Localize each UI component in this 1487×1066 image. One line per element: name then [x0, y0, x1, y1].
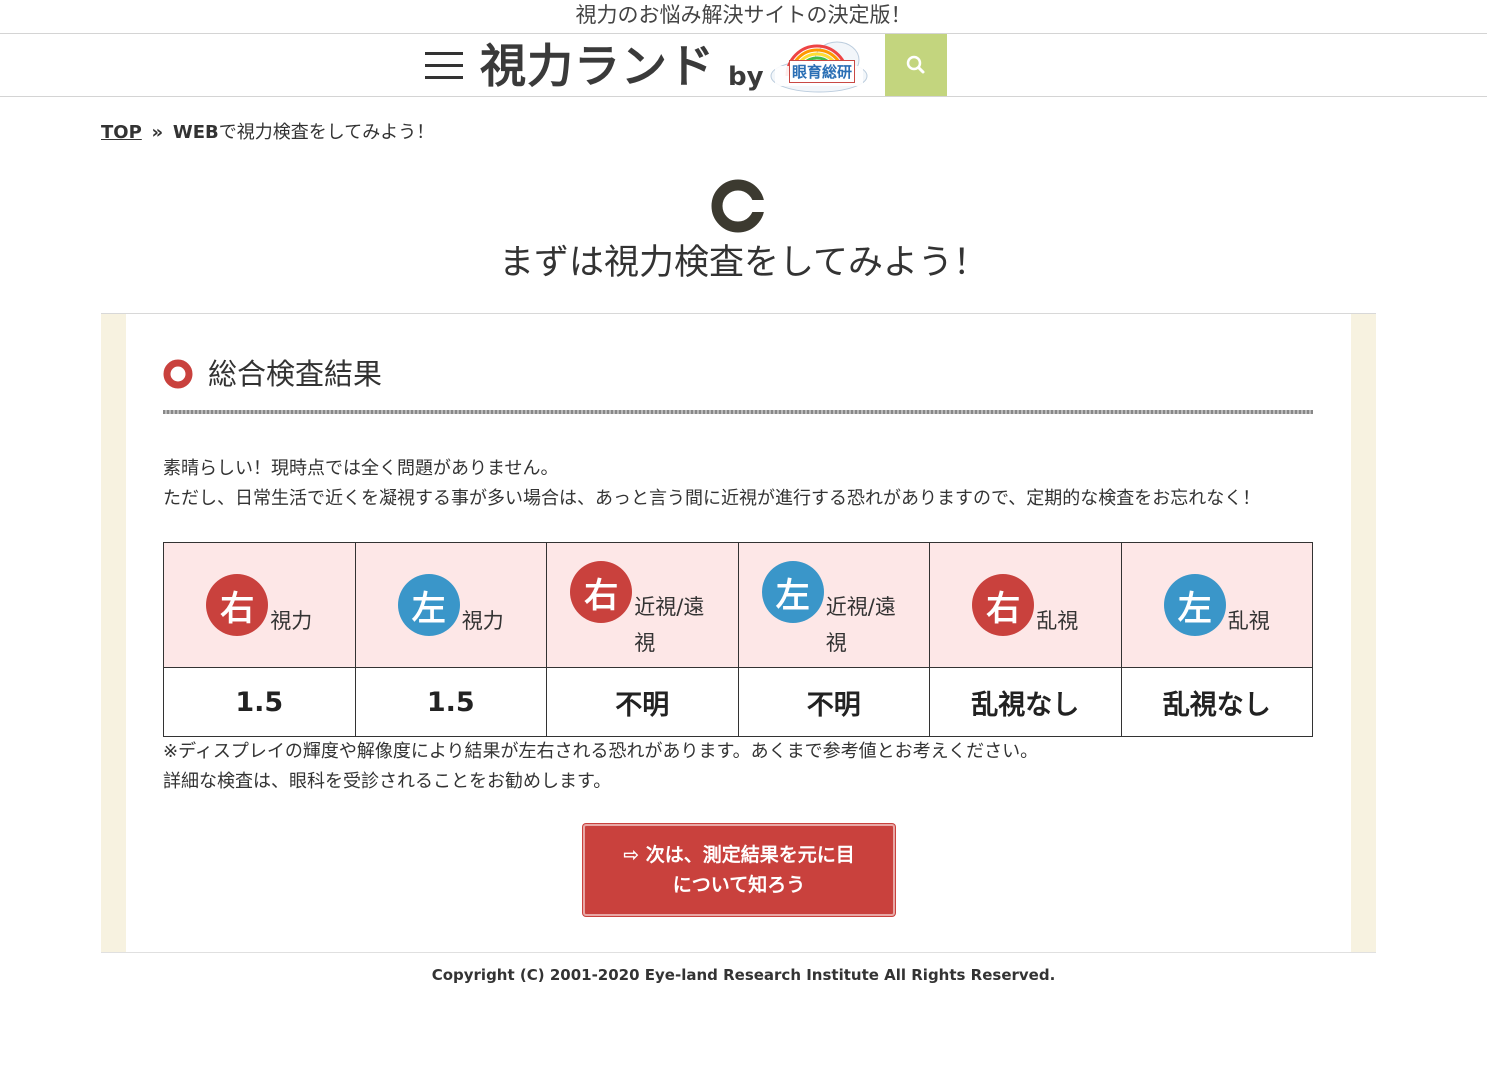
section-title: 総合検査結果 — [208, 357, 383, 391]
value-right-myopia: 不明 — [546, 667, 739, 737]
next-step-label-line-2: について知ろう — [672, 874, 806, 896]
header-label: 視力 — [461, 609, 504, 633]
result-summary: 素晴らしい！現時点では全く問題がありません。 ただし、日常生活で近くを凝視する事… — [163, 454, 1313, 514]
landolt-ring-icon — [711, 179, 766, 233]
header-left-myopia: 左 近視/遠視 — [737, 542, 930, 668]
copyright: Copyright (C) 2001-2020 Eye-land Researc… — [431, 966, 1056, 984]
value-right-astigmatism: 乱視なし — [929, 667, 1122, 737]
site-header: 視力ランド by 眼育総研 — [0, 34, 1487, 97]
breadcrumb: TOP » WEBで視力検査をしてみよう！ — [101, 118, 434, 144]
disclaimer-line-1: ※ディスプレイの輝度や解像度により結果が左右される恐れがあります。あくまで参考値… — [163, 741, 1039, 762]
right-eye-badge: 右 — [206, 574, 269, 636]
breadcrumb-top-link[interactable]: TOP — [101, 122, 142, 143]
left-eye-badge: 左 — [1163, 574, 1226, 636]
header-right-myopia: 右 近視/遠視 — [546, 542, 739, 668]
left-eye-badge: 左 — [761, 561, 824, 623]
site-logo[interactable]: 視力ランド — [480, 38, 715, 94]
header-label: 近視/遠視 — [825, 595, 896, 655]
results-value-row: 1.5 1.5 不明 不明 乱視なし 乱視なし — [163, 667, 1313, 737]
header-label: 乱視 — [1036, 609, 1079, 633]
result-panel: 総合検査結果 素晴らしい！現時点では全く問題がありません。 ただし、日常生活で近… — [101, 313, 1376, 952]
value-left-myopia: 不明 — [737, 667, 930, 737]
breadcrumb-web: WEB — [172, 122, 219, 143]
ring-bullet-icon — [163, 359, 193, 389]
value-left-astigmatism: 乱視なし — [1120, 667, 1313, 737]
organization-logo[interactable]: 眼育総研 — [767, 38, 871, 94]
site-tagline: 視力のお悩み解決サイトの決定版！ — [0, 0, 1487, 34]
search-button[interactable] — [885, 34, 947, 96]
menu-icon[interactable] — [425, 52, 463, 80]
right-eye-badge: 右 — [570, 561, 633, 623]
right-eye-badge: 右 — [972, 574, 1035, 636]
header-right-astigmatism: 右 乱視 — [929, 542, 1122, 668]
header-label: 視力 — [270, 609, 313, 633]
header-label: 乱視 — [1227, 609, 1270, 633]
next-step-label-line-1: ⇨ 次は、測定結果を元に目 — [623, 844, 855, 866]
header-left-astigmatism: 左 乱視 — [1120, 542, 1313, 668]
left-eye-badge: 左 — [397, 574, 460, 636]
logo-by-text: by — [728, 62, 764, 92]
value-right-acuity: 1.5 — [163, 667, 356, 737]
section-divider — [163, 410, 1313, 414]
breadcrumb-separator: » — [151, 122, 164, 143]
disclaimer: ※ディスプレイの輝度や解像度により結果が左右される恐れがあります。あくまで参考値… — [163, 737, 1313, 797]
header-label: 近視/遠視 — [634, 595, 705, 655]
summary-line-1: 素晴らしい！現時点では全く問題がありません。 — [163, 458, 559, 479]
organization-logo-label: 眼育総研 — [789, 60, 856, 83]
result-panel-inner: 総合検査結果 素晴らしい！現時点では全く問題がありません。 ただし、日常生活で近… — [126, 314, 1351, 952]
summary-line-2: ただし、日常生活で近くを凝視する事が多い場合は、あっと言う間に近視が進行する恐れ… — [163, 488, 1261, 509]
value-left-acuity: 1.5 — [354, 667, 547, 737]
footer-divider — [101, 952, 1376, 953]
results-header-row: 右 視力 左 視力 右 近視/遠視 左 近視/遠視 右 乱視 左 乱視 — [163, 542, 1313, 668]
header-left-acuity: 左 視力 — [354, 542, 547, 668]
search-icon — [906, 55, 925, 74]
header-right-acuity: 右 視力 — [163, 542, 356, 668]
disclaimer-line-2: 詳細な検査は、眼科を受診されることをお勧めします。 — [163, 771, 612, 792]
results-table: 右 視力 左 視力 右 近視/遠視 左 近視/遠視 右 乱視 左 乱視 1.5 … — [163, 542, 1313, 737]
breadcrumb-current: で視力検査をしてみよう！ — [218, 122, 435, 143]
next-step-button[interactable]: ⇨ 次は、測定結果を元に目 について知ろう — [583, 824, 895, 916]
page-title: まずは視力検査をしてみよう！ — [499, 243, 988, 283]
